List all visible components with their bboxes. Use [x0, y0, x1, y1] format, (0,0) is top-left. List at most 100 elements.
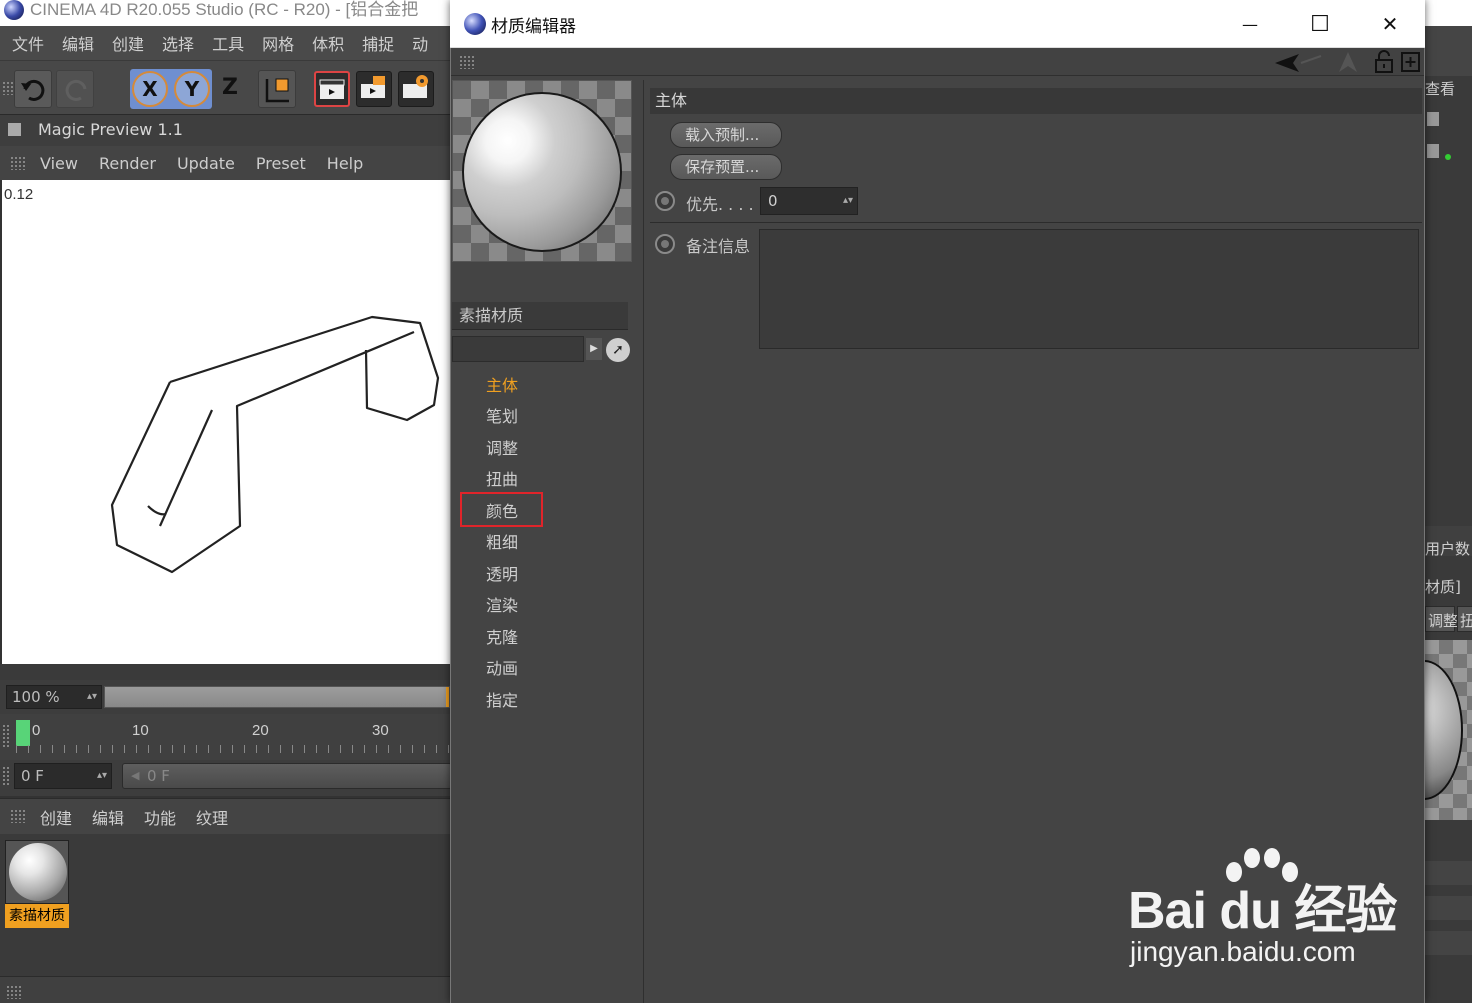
channel-main[interactable]: 主体	[486, 372, 518, 396]
priority-stepper[interactable]: 0 ▴▾	[760, 187, 858, 215]
timeline-label-10: 10	[132, 722, 149, 739]
bg-layer-icon	[1427, 144, 1439, 158]
menubar-grip[interactable]	[10, 156, 26, 170]
notes-animate-radio[interactable]	[655, 234, 675, 254]
render-settings-button[interactable]	[398, 71, 434, 107]
channel-render[interactable]: 渲染	[486, 592, 518, 616]
timeline-playhead[interactable]	[16, 720, 30, 746]
channel-clone[interactable]: 克隆	[486, 624, 518, 648]
matmgr-menu-function[interactable]: 功能	[144, 805, 176, 829]
mp-menu-view[interactable]: View	[40, 154, 78, 173]
bg-row	[1425, 931, 1472, 955]
menu-file[interactable]: 文件	[12, 31, 44, 55]
timeline-label-30: 30	[372, 722, 389, 739]
menu-edit[interactable]: 编辑	[62, 31, 94, 55]
statusbar-grip[interactable]	[6, 985, 22, 999]
priority-label: 优先. . . .	[686, 195, 754, 214]
frame-range-slider[interactable]: ◀ 0 F	[122, 763, 452, 789]
magic-preview-canvas[interactable]	[2, 180, 452, 664]
channel-thickness[interactable]: 粗细	[486, 529, 518, 553]
forward-arrow-icon[interactable]	[1337, 50, 1359, 74]
bg-tab-twist-label: 扭	[1460, 612, 1472, 630]
watermark-url: jingyan.baidu.com	[1130, 936, 1356, 967]
material-thumbnail-label[interactable]: 素描材质	[5, 904, 69, 928]
matmgr-menu-create[interactable]: 创建	[40, 805, 72, 829]
coordinate-system-button[interactable]	[258, 70, 296, 108]
menu-snap[interactable]: 捕捉	[362, 31, 394, 55]
y-axis-button[interactable]: Y	[174, 71, 210, 107]
channel-transparency[interactable]: 透明	[486, 561, 518, 585]
priority-animate-radio[interactable]	[655, 191, 675, 211]
channel-filter-input[interactable]	[452, 336, 584, 362]
clapper-render-icon	[361, 76, 385, 98]
material-editor-title: 材质编辑器	[491, 17, 576, 37]
column-divider[interactable]	[643, 80, 644, 1003]
back-arrow-icon[interactable]	[1273, 52, 1323, 74]
new-panel-icon[interactable]	[1401, 51, 1421, 73]
material-sphere-icon	[9, 843, 67, 901]
menu-animate[interactable]: 动	[412, 31, 428, 55]
undo-button[interactable]	[14, 70, 52, 108]
render-view-button[interactable]	[314, 71, 350, 107]
channel-distortion[interactable]: 扭曲	[486, 466, 518, 490]
matmgr-menu-edit[interactable]: 编辑	[92, 805, 124, 829]
load-preset-button[interactable]: 载入预制...	[670, 122, 782, 148]
material-editor-toolbar	[451, 48, 1424, 76]
menu-volume[interactable]: 体积	[312, 31, 344, 55]
maximize-button[interactable]: ☐	[1285, 0, 1355, 48]
matmgr-menu-texture[interactable]: 纹理	[196, 805, 228, 829]
z-axis-button[interactable]: Z	[222, 75, 238, 100]
timeline-label-20: 20	[252, 722, 269, 739]
minimize-icon: —	[1242, 14, 1258, 34]
stepper-arrows-icon: ▴▾	[86, 691, 97, 702]
redo-button[interactable]	[56, 70, 94, 108]
watermark-logo-text: Bai du 经验	[1128, 882, 1397, 940]
toolbar-grip[interactable]	[459, 55, 475, 69]
save-preset-button[interactable]: 保存预置...	[670, 154, 782, 180]
timeline[interactable]	[0, 714, 460, 760]
bg-material-label: 材质]	[1425, 578, 1461, 596]
notes-textarea[interactable]	[759, 229, 1419, 349]
material-name-field[interactable]: 素描材质	[452, 302, 628, 330]
mp-menu-preset[interactable]: Preset	[256, 154, 306, 173]
maximize-icon: ☐	[1310, 11, 1330, 37]
zoom-slider-handle[interactable]	[446, 687, 449, 707]
channel-assign[interactable]: 指定	[486, 687, 518, 711]
menu-select[interactable]: 选择	[162, 31, 194, 55]
mp-menu-update[interactable]: Update	[177, 154, 235, 173]
zoom-slider[interactable]	[104, 686, 450, 708]
material-manager-menubar: 创建 编辑 功能 纹理	[0, 798, 460, 834]
frame-row-grip[interactable]	[2, 766, 10, 786]
lock-icon[interactable]	[1373, 50, 1395, 74]
menubar-grip[interactable]	[10, 809, 26, 823]
channel-adjust[interactable]: 调整	[486, 435, 518, 459]
render-picture-viewer-button[interactable]	[356, 71, 392, 107]
notes-label: 备注信息	[686, 237, 751, 256]
menu-create[interactable]: 创建	[112, 31, 144, 55]
main-window-title: CINEMA 4D R20.055 Studio (RC - R20) - [铝…	[30, 0, 419, 19]
mp-menu-help[interactable]: Help	[327, 154, 363, 173]
menu-mesh[interactable]: 网格	[262, 31, 294, 55]
mp-menu-render[interactable]: Render	[99, 154, 156, 173]
frame-slider-value: 0 F	[147, 767, 170, 785]
channel-dropdown-arrow-icon[interactable]: ▶	[586, 338, 602, 360]
panel-square-icon[interactable]	[8, 123, 21, 136]
menu-tools[interactable]: 工具	[212, 31, 244, 55]
zoom-stepper[interactable]: 100 % ▴▾	[6, 685, 102, 709]
channel-animation[interactable]: 动画	[486, 655, 518, 679]
bg-panel-strip	[1425, 26, 1472, 76]
magic-preview-title: Magic Preview 1.1	[38, 120, 183, 139]
preview-value-readout: 0.12	[4, 186, 34, 203]
slider-left-arrow-icon: ◀	[131, 769, 140, 782]
close-button[interactable]: ✕	[1355, 0, 1425, 48]
bg-user-data-label: 用户数	[1425, 540, 1471, 558]
current-frame-field[interactable]: 0 F ▴▾	[14, 763, 112, 789]
timeline-grip[interactable]	[2, 724, 10, 748]
clapper-settings-icon	[403, 75, 428, 98]
x-axis-button[interactable]: X	[132, 71, 168, 107]
current-frame-value: 0 F	[21, 767, 44, 785]
attribute-manager-background: 查看 用户数 材质] 调整 扭	[1425, 26, 1472, 1003]
channel-stroke[interactable]: 笔划	[486, 403, 518, 427]
pick-cursor-icon[interactable]: ➚	[606, 338, 630, 362]
minimize-button[interactable]: —	[1215, 0, 1285, 48]
